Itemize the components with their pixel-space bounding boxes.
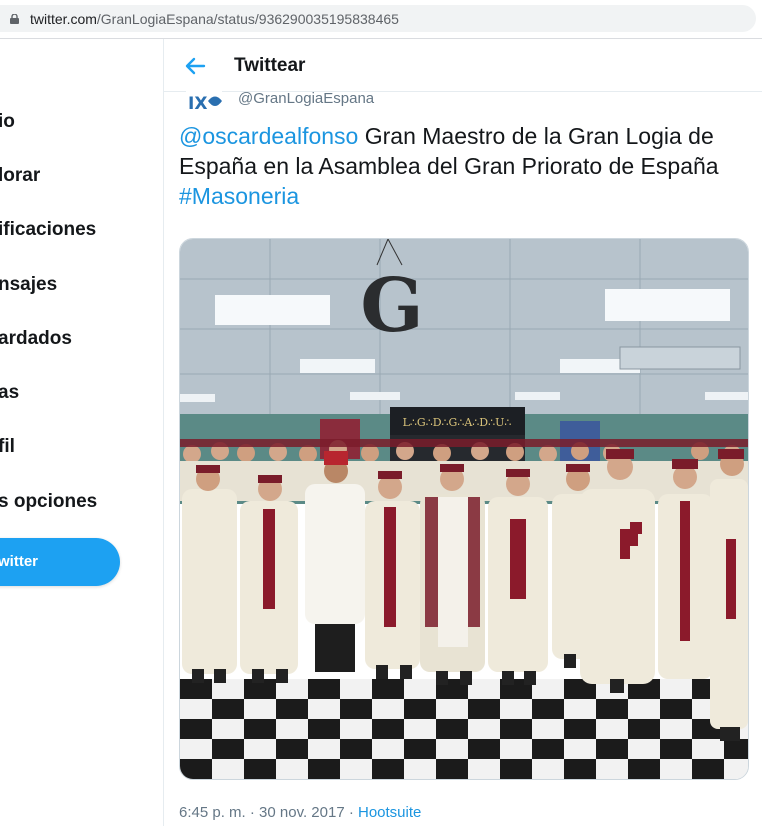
ceiling-light	[215, 295, 330, 325]
mention-link[interactable]: @oscardealfonso	[179, 123, 358, 149]
tweet-photo[interactable]: G L∴G∴D∴G∴A∴D∴U∴	[179, 238, 749, 780]
avatar[interactable]: IX	[186, 89, 222, 113]
sidebar-item-guardados[interactable]: ardados	[0, 328, 72, 350]
url-path: /GranLogiaEspana/status/9362900351958384…	[96, 11, 399, 27]
sidebar-item-listas[interactable]: as	[0, 382, 19, 404]
url-field[interactable]: twitter.com/GranLogiaEspana/status/93629…	[0, 5, 756, 32]
sidebar-item-inicio[interactable]: io	[0, 111, 15, 133]
tweet-meta: 6:45 p. m. · 30 nov. 2017 · Hootsuite	[179, 804, 421, 821]
tweet-button-label: witter	[0, 553, 39, 570]
url-text: twitter.com/GranLogiaEspana/status/93629…	[30, 11, 399, 27]
sidebar-item-notificaciones[interactable]: ificaciones	[0, 219, 96, 241]
g-sign: G	[360, 263, 423, 349]
svg-text:IX: IX	[188, 94, 207, 113]
tweet-source[interactable]: Hootsuite	[358, 804, 421, 821]
address-bar: twitter.com/GranLogiaEspana/status/93629…	[0, 0, 762, 39]
sidebar-item-explorar[interactable]: lorar	[0, 165, 40, 187]
hashtag-link[interactable]: #Masoneria	[179, 183, 299, 209]
banner-text: L∴G∴D∴G∴A∴D∴U∴	[403, 416, 512, 429]
ceiling	[180, 239, 748, 414]
main-column: Twittear IX @GranLogiaEspana @oscardealf…	[164, 39, 762, 826]
header: Twittear	[164, 39, 762, 92]
tweet-handle[interactable]: @GranLogiaEspana	[238, 90, 374, 107]
back-arrow-icon[interactable]	[184, 55, 206, 77]
lock-icon	[10, 14, 19, 24]
ceiling-light	[300, 359, 375, 373]
tweet-text: @oscardealfonso Gran Maestro de la Gran …	[179, 121, 754, 211]
air-vent	[619, 346, 741, 370]
sidebar-item-mensajes[interactable]: nsajes	[0, 274, 57, 296]
page-title: Twittear	[234, 55, 306, 76]
sidebar-item-perfil[interactable]: fil	[0, 436, 15, 458]
tweet-button[interactable]: witter	[0, 538, 120, 586]
ceiling-light	[605, 289, 730, 321]
tweet-timestamp[interactable]: 6:45 p. m. · 30 nov. 2017 ·	[179, 804, 358, 821]
sidebar-item-mas-opciones[interactable]: s opciones	[0, 491, 97, 513]
url-host: twitter.com	[30, 11, 97, 27]
photo-scene: G L∴G∴D∴G∴A∴D∴U∴	[180, 239, 748, 779]
sidebar: io lorar ificaciones nsajes ardados as f…	[0, 39, 164, 826]
